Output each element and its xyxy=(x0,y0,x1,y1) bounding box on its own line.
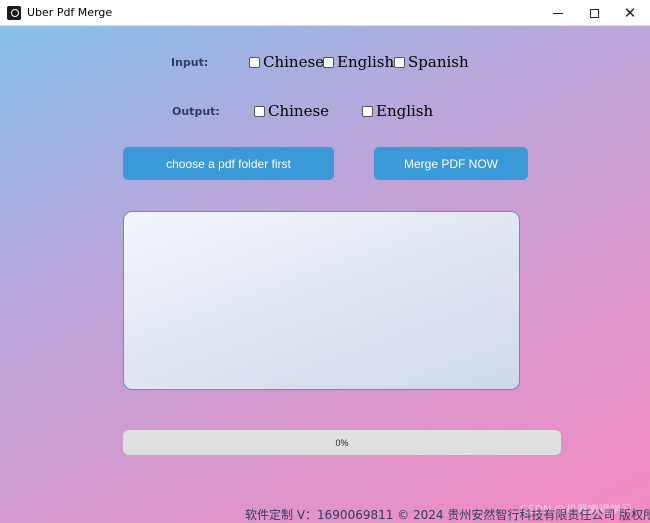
checkbox-label: Spanish xyxy=(408,53,469,71)
checkbox-label: Chinese xyxy=(268,102,330,120)
checkbox-label: English xyxy=(337,53,395,71)
close-icon: ✕ xyxy=(623,3,637,22)
checkbox-box[interactable] xyxy=(323,56,334,68)
merge-pdf-button[interactable]: Merge PDF NOW xyxy=(374,147,528,180)
log-text-area[interactable] xyxy=(123,211,520,390)
checkbox-box[interactable] xyxy=(249,56,260,68)
input-english-checkbox[interactable]: English xyxy=(323,53,394,71)
checkbox-box[interactable] xyxy=(394,56,405,68)
main-panel: Input: Chinese English Spanish Output: C… xyxy=(0,26,650,523)
checkbox-box[interactable] xyxy=(362,105,373,117)
checkbox-label: English xyxy=(376,102,434,120)
output-english-checkbox[interactable]: English xyxy=(362,102,433,120)
input-spanish-checkbox[interactable]: Spanish xyxy=(394,53,469,71)
window-title: Uber Pdf Merge xyxy=(27,6,113,19)
close-button[interactable]: ✕ xyxy=(612,0,648,26)
progress-text: 0% xyxy=(335,437,349,448)
choose-folder-button[interactable]: choose a pdf folder first xyxy=(123,147,334,180)
input-label: Input: xyxy=(171,56,209,69)
checkbox-label: Chinese xyxy=(263,53,325,71)
title-bar: Uber Pdf Merge ✕ xyxy=(0,0,650,26)
output-label: Output: xyxy=(172,105,220,118)
maximize-icon xyxy=(589,8,599,18)
footer-copyright: 软件定制 V：1690069811 © 2024 贵州安然智行科技有限责任公司 … xyxy=(245,508,650,522)
app-icon xyxy=(7,6,21,20)
input-chinese-checkbox[interactable]: Chinese xyxy=(249,53,324,71)
minimize-button[interactable] xyxy=(540,0,576,26)
checkbox-box[interactable] xyxy=(254,105,265,117)
progress-bar: 0% xyxy=(123,430,561,455)
minimize-icon xyxy=(553,12,563,14)
maximize-button[interactable] xyxy=(576,0,612,26)
output-chinese-checkbox[interactable]: Chinese xyxy=(254,102,329,120)
